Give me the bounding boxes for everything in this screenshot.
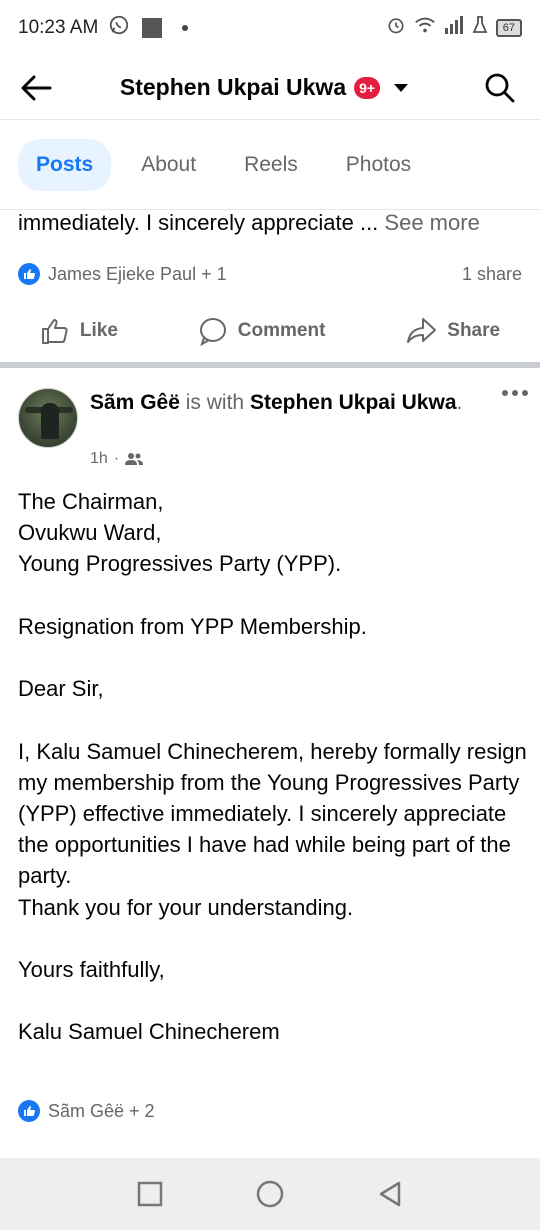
post-meta: 1h · (90, 450, 144, 468)
search-icon (485, 73, 515, 102)
share-label: Share (447, 320, 501, 341)
comment-label: Comment (237, 320, 326, 341)
post-blank-line (18, 642, 528, 673)
post-line: Kalu Samuel Chinecherem (18, 1019, 280, 1045)
page-title: Stephen Ukpai Ukwa (119, 74, 347, 100)
back-arrow-icon (21, 75, 52, 100)
wifi-icon (414, 16, 436, 40)
with-text: is with (185, 391, 245, 414)
alarm-icon (386, 15, 406, 41)
lab-icon (472, 16, 488, 40)
post-header: Sãm Gêë is with Stephen Ukpai Ukwa. 1h · (18, 386, 528, 476)
chevron-down-icon (394, 83, 409, 92)
recents-square-icon[interactable] (137, 1181, 163, 1207)
notification-square-icon (142, 18, 163, 38)
post-line: Resignation from YPP Membership. (18, 613, 367, 639)
post-author-line: Sãm Gêë is with Stephen Ukpai Ukwa. (90, 388, 470, 418)
like-button[interactable]: Like (40, 316, 118, 346)
back-triangle-icon[interactable] (377, 1180, 403, 1208)
post-divider (0, 362, 540, 368)
tagged-name[interactable]: Stephen Ukpai Ukwa (250, 391, 457, 414)
meta-separator: · (113, 450, 120, 467)
tab-photos[interactable]: Photos (328, 139, 429, 191)
search-button[interactable] (460, 56, 540, 120)
profile-tabs: Posts About Reels Photos (0, 120, 540, 210)
previous-post-text: immediately. I sincerely appreciate ... (18, 210, 379, 235)
post-blank-line (18, 704, 528, 735)
post-line: Dear Sir, (18, 676, 104, 702)
avatar[interactable] (18, 388, 78, 448)
see-more-link[interactable]: See more (384, 210, 479, 235)
comment-button[interactable]: Comment (198, 316, 326, 346)
post-paragraph: I, Kalu Samuel Chinecherem, hereby forma… (18, 738, 527, 889)
author-name[interactable]: Sãm Gêë (90, 391, 180, 414)
status-time: 10:23 AM (18, 17, 99, 38)
previous-post-reactions: James Ejieke Paul + 1 1 share (18, 258, 522, 290)
whatsapp-icon (108, 14, 130, 42)
post-blank-line (18, 580, 528, 611)
period: . (456, 391, 463, 414)
post-line: Yours faithfully, (18, 956, 165, 982)
share-arrow-icon (407, 318, 437, 343)
system-nav-bar (0, 1158, 540, 1230)
like-reaction-icon (18, 263, 40, 285)
app-header: Stephen Ukpai Ukwa 9+ (0, 56, 540, 120)
home-circle-icon[interactable] (256, 1180, 284, 1208)
more-options-icon[interactable] (502, 390, 528, 396)
status-bar: 10:23 AM 67 (0, 0, 540, 56)
friends-audience-icon (125, 453, 144, 465)
more-notifications-dot-icon (182, 25, 189, 31)
back-button[interactable] (0, 56, 72, 120)
reactors-text[interactable]: James Ejieke Paul + 1 (48, 264, 227, 285)
post-reactions: Sãm Gêë + 2 (18, 1096, 155, 1126)
notification-badge: 9+ (354, 76, 381, 99)
thumbs-up-icon (41, 319, 68, 344)
post-blank-line (18, 923, 528, 954)
post-reactors-text[interactable]: Sãm Gêë + 2 (48, 1101, 155, 1122)
post-time[interactable]: 1h (90, 450, 108, 468)
post-line: Young Progressives Party (YPP). (18, 551, 342, 577)
battery-icon: 67 (495, 19, 522, 37)
signal-icon (444, 16, 464, 40)
tab-about[interactable]: About (123, 139, 214, 191)
post-body: The Chairman, Ovukwu Ward, Young Progres… (18, 486, 528, 1048)
share-count[interactable]: 1 share (462, 264, 522, 285)
post-line: Thank you for your understanding. (18, 894, 354, 920)
comment-icon (199, 318, 226, 346)
like-reaction-icon (18, 1100, 40, 1122)
profile-title-dropdown[interactable]: Stephen Ukpai Ukwa 9+ (68, 74, 460, 101)
tab-reels[interactable]: Reels (226, 139, 316, 191)
share-button[interactable]: Share (405, 316, 500, 346)
tab-posts[interactable]: Posts (18, 138, 112, 191)
post-blank-line (18, 985, 528, 1016)
post-line: The Chairman, (18, 489, 164, 514)
post-line: Ovukwu Ward, (18, 520, 162, 546)
previous-post-actions: Like Comment Share (0, 306, 540, 356)
like-label: Like (79, 320, 118, 341)
previous-post-snippet: immediately. I sincerely appreciate ... … (18, 206, 528, 240)
